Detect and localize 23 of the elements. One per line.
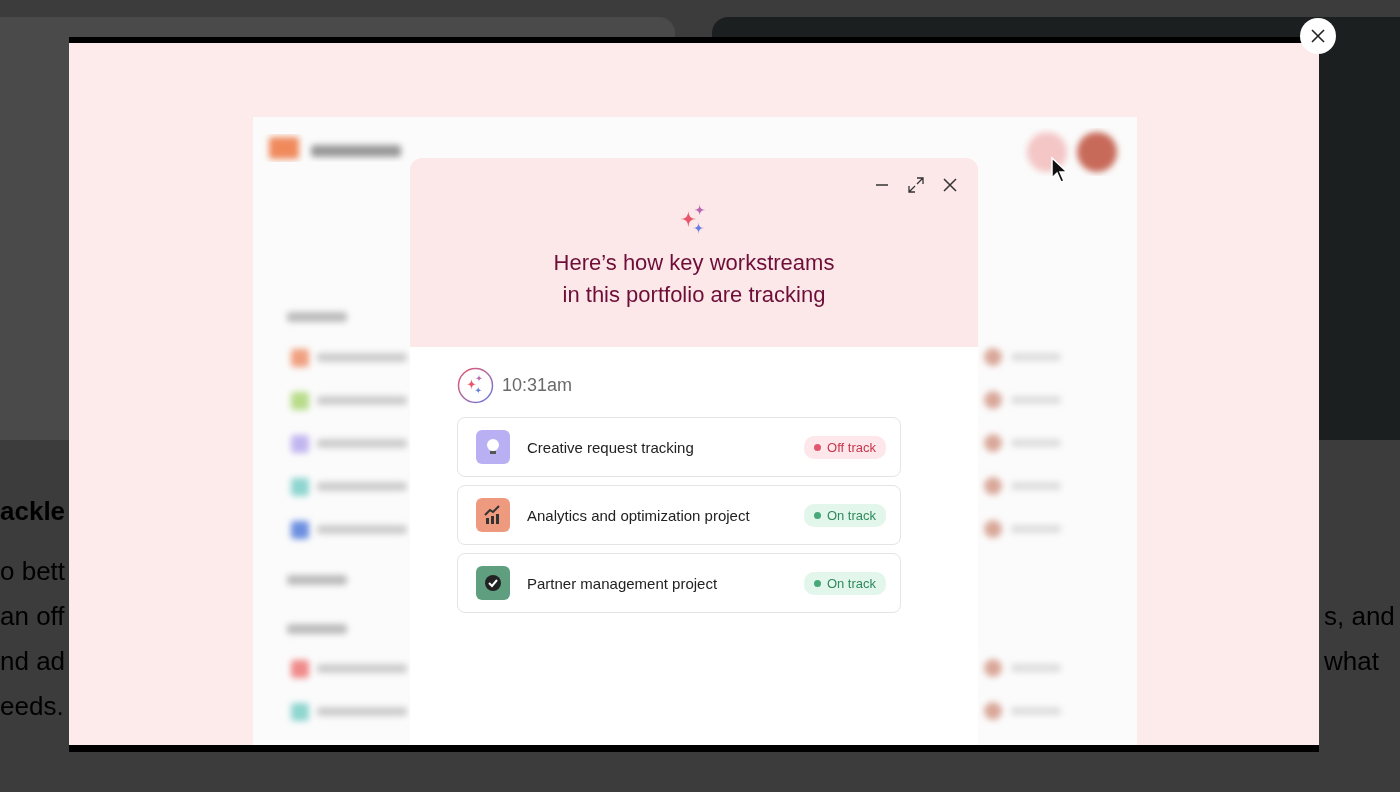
status-badge: Off track: [804, 435, 886, 459]
workstream-name: Creative request tracking: [527, 438, 695, 456]
paragraph-line: eeds.: [0, 690, 65, 723]
paragraph-line: what: [1324, 645, 1380, 678]
close-icon: [1311, 29, 1325, 43]
workstream-card[interactable]: Creative request tracking Off track: [457, 417, 901, 477]
section-heading: ackle: [0, 495, 66, 528]
workstream-card[interactable]: Partner management project On track: [457, 553, 901, 613]
close-icon: [943, 178, 957, 192]
sparkle-avatar-icon: [457, 367, 494, 404]
status-badge: On track: [803, 571, 886, 595]
paragraph-line: s, and: [1324, 600, 1396, 633]
workstream-card[interactable]: Analytics and optimization project On track: [457, 485, 901, 545]
paragraph-line: o bett: [0, 555, 66, 588]
timestamp: 10:31am: [502, 375, 573, 396]
paragraph-line: nd ad: [0, 645, 66, 678]
status-badge: On track: [803, 503, 886, 527]
workstream-name: Analytics and optimization project: [527, 506, 751, 524]
dialog-title: Here’s how key workstreams in this portfolio are tracking: [553, 249, 835, 309]
workstream-name: Partner management project: [527, 574, 719, 592]
paragraph-line: an off: [0, 600, 66, 633]
expand-icon: [908, 177, 924, 193]
expand-button[interactable]: [906, 175, 926, 195]
